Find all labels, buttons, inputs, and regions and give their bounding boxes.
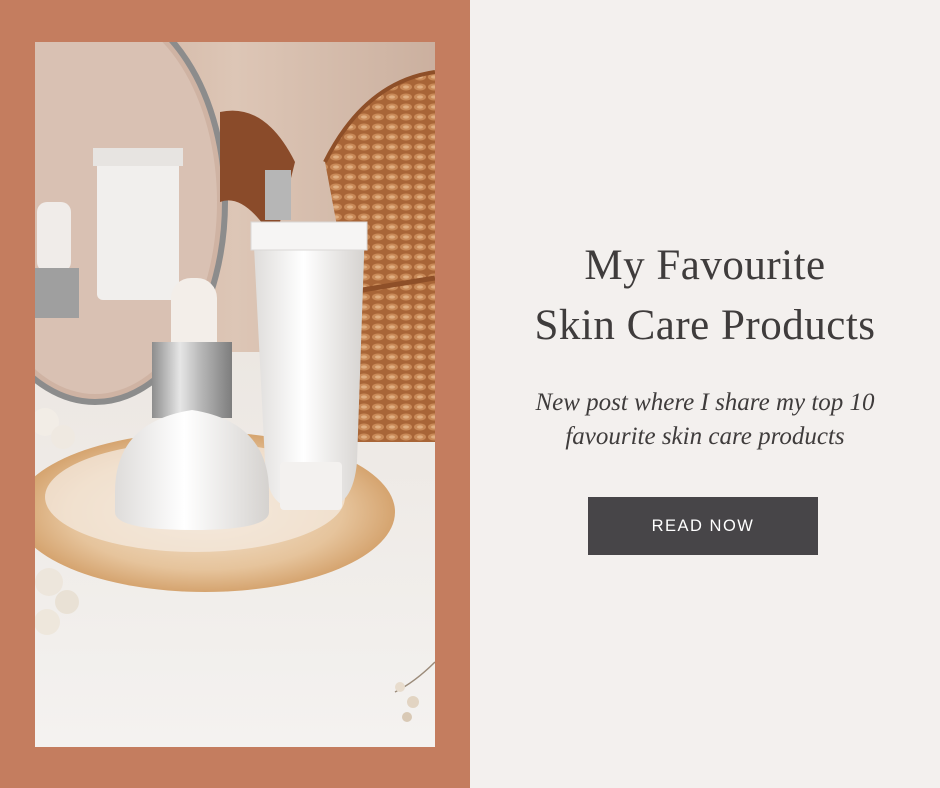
right-panel: My Favourite Skin Care Products New post… bbox=[470, 0, 940, 788]
read-now-button[interactable]: READ NOW bbox=[588, 497, 818, 555]
title-line-1: My Favourite bbox=[584, 242, 826, 289]
subtitle: New post where I share my top 10 favouri… bbox=[470, 386, 940, 454]
page-title: My Favourite Skin Care Products bbox=[470, 236, 940, 356]
left-panel bbox=[0, 0, 470, 788]
skincare-photo-illustration bbox=[35, 42, 435, 747]
subtitle-line-2: favourite skin care products bbox=[565, 423, 845, 450]
title-line-2: Skin Care Products bbox=[534, 302, 876, 349]
skincare-product-photo bbox=[35, 42, 435, 747]
subtitle-line-1: New post where I share my top 10 bbox=[535, 389, 875, 416]
